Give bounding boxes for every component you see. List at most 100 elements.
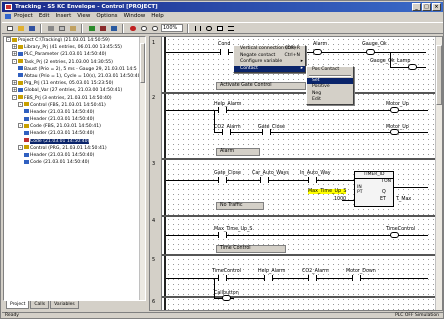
editor-scrollbar[interactable] xyxy=(435,37,442,310)
tree-item[interactable]: Code (21.03.01 14:50:40) xyxy=(4,138,145,145)
editor-scrollbar-thumb[interactable] xyxy=(436,45,442,105)
submenu-item-edit[interactable]: Edit xyxy=(307,97,353,104)
network-comment[interactable]: No Traffic xyxy=(216,202,264,210)
menu-item-contact[interactable]: Contact ▸ xyxy=(234,65,305,72)
contact[interactable] xyxy=(352,275,361,281)
coil[interactable] xyxy=(408,64,417,70)
debug-button[interactable] xyxy=(109,24,118,32)
minimize-button[interactable]: _ xyxy=(412,3,421,11)
tree-item[interactable]: - Project C:\Tracking\ (21.03.01 14:50:59… xyxy=(4,37,145,44)
zoom-field[interactable]: 100% xyxy=(161,24,183,32)
zoom-in-button[interactable] xyxy=(139,24,148,32)
menu-edit[interactable]: Edit xyxy=(39,12,50,21)
tree-item[interactable]: - Control (PRG, 21.03.01 14:50:41) xyxy=(4,144,145,152)
contact-label: Gate_Close xyxy=(214,171,241,176)
tree-scrollbar[interactable] xyxy=(139,37,145,300)
new-button[interactable] xyxy=(5,24,14,32)
tab-variables[interactable]: Variables xyxy=(50,301,79,309)
tree-item[interactable]: Header (21.03.01 14:50:40) xyxy=(4,116,145,123)
collapse-icon[interactable]: - xyxy=(18,101,23,107)
maximize-button[interactable]: □ xyxy=(422,3,431,11)
cut-button[interactable] xyxy=(46,24,55,32)
expand-icon[interactable]: + xyxy=(12,51,17,57)
menu-view[interactable]: View xyxy=(77,12,90,21)
project-tree[interactable]: - Project C:\Tracking\ (21.03.01 14:50:59… xyxy=(3,36,146,301)
contact[interactable] xyxy=(308,275,317,281)
contact[interactable] xyxy=(218,177,227,183)
coil[interactable] xyxy=(390,107,399,113)
contact-tool-button[interactable] xyxy=(193,24,202,32)
stop-button[interactable] xyxy=(128,24,137,32)
close-button[interactable]: × xyxy=(432,3,441,11)
contact[interactable] xyxy=(308,177,317,183)
collapse-icon[interactable]: - xyxy=(12,94,17,100)
collapse-icon[interactable]: - xyxy=(18,144,23,150)
tree-item[interactable]: - Code (FBS, 21.03.01 14:50:41) xyxy=(4,123,145,130)
tree-scrollbar-thumb[interactable] xyxy=(140,43,145,83)
paste-button[interactable] xyxy=(68,24,77,32)
menu-window[interactable]: Window xyxy=(124,12,146,21)
contact[interactable] xyxy=(220,49,229,55)
tree-item[interactable]: Abtau (Prio = 1), Cycle = 10(s), 21.03.0… xyxy=(4,73,145,80)
contact[interactable] xyxy=(260,177,269,183)
system-menu-icon[interactable] xyxy=(5,14,11,19)
make-button[interactable] xyxy=(98,24,107,32)
contact[interactable] xyxy=(264,275,273,281)
tree-item[interactable]: + Global_Var (27 entries, 21.03.00 14:50:… xyxy=(4,87,145,94)
network-comment[interactable]: Time Control xyxy=(216,245,286,253)
network-comment[interactable]: Alarm xyxy=(216,148,260,156)
zoom-out-button[interactable] xyxy=(150,24,159,32)
menu-project[interactable]: Project xyxy=(14,12,33,21)
tree-item[interactable]: + Library_Prj (41 entries, 06.01.00 13:45… xyxy=(4,44,145,51)
tree-item[interactable]: Header (21.03.01 14:50:40) xyxy=(4,152,145,159)
expand-icon[interactable]: + xyxy=(12,44,17,50)
node-icon xyxy=(24,109,29,114)
title-bar[interactable]: Tracking - S5 KC Envelope - Control [PRO… xyxy=(2,2,443,12)
coil[interactable] xyxy=(390,232,399,238)
coil[interactable] xyxy=(390,129,399,135)
tree-item[interactable]: + PLC_Parameter (21.03.01 14:50:40) xyxy=(4,51,145,58)
ladder-editor[interactable]: 1 2 3 4 5 6 Cond Alarm Gauge_Ok Gauge_Ok… xyxy=(149,36,443,311)
tree-item[interactable]: Header (21.03.01 14:50:40) xyxy=(4,109,145,116)
timer-pt-value[interactable]: Max_Time_Up_S xyxy=(308,189,347,194)
coil[interactable] xyxy=(222,295,231,301)
contact[interactable] xyxy=(218,107,227,113)
tab-project[interactable]: Project xyxy=(6,301,30,309)
coil[interactable] xyxy=(313,49,322,55)
tree-item[interactable]: Baust (Prio = 2), 5 ms - Gauge 29, 21.03… xyxy=(4,66,145,73)
expand-icon[interactable]: + xyxy=(12,80,17,86)
copy-button[interactable] xyxy=(57,24,66,32)
coil[interactable] xyxy=(366,49,375,55)
tab-calls[interactable]: Calls xyxy=(30,301,50,309)
tree-item-label: Global_Var (27 entries, 21.03.00 14:50:4… xyxy=(24,88,123,94)
contact[interactable] xyxy=(222,129,231,135)
contact[interactable] xyxy=(218,232,227,238)
block-tool-button[interactable] xyxy=(215,24,224,32)
tree-item[interactable]: + Prg_Prj (11 entries, 05.03.01 15:23:50) xyxy=(4,80,145,87)
menu-options[interactable]: Options xyxy=(96,12,117,21)
submenu-item-pos-contact[interactable]: Pos Contact xyxy=(307,67,353,74)
tree-item[interactable]: - Task_Prj (2 entries, 21.03.00 14:30:55) xyxy=(4,58,145,66)
menu-help[interactable]: Help xyxy=(151,12,164,21)
network-comment[interactable]: Activate Gate Control xyxy=(216,82,306,90)
open-button[interactable] xyxy=(16,24,25,32)
network-tool-button[interactable] xyxy=(226,24,235,32)
network-separator xyxy=(162,158,435,160)
collapse-icon[interactable]: - xyxy=(18,123,23,129)
coil-tool-button[interactable] xyxy=(204,24,213,32)
collapse-icon[interactable]: - xyxy=(6,37,11,42)
timer-block[interactable]: TIMER_ID TON IN PT xyxy=(354,171,394,207)
tree-item[interactable]: Header (21.03.01 14:50:40) xyxy=(4,130,145,137)
tree-item[interactable]: Code (21.03.01 14:50:40) xyxy=(4,159,145,166)
save-button[interactable] xyxy=(27,24,36,32)
contact[interactable] xyxy=(218,275,227,281)
menu-insert[interactable]: Insert xyxy=(55,12,71,21)
rung-wire xyxy=(166,110,428,111)
collapse-icon[interactable]: - xyxy=(12,58,17,64)
contact[interactable] xyxy=(262,129,271,135)
tree-item[interactable]: - Control (FBS, 21.03.01 14:50:41) xyxy=(4,101,145,109)
compile-button[interactable] xyxy=(87,24,96,32)
expand-icon[interactable]: + xyxy=(12,87,17,93)
tree-item[interactable]: - FBS_Prj (3 entries, 21.03.01 14:50:40) xyxy=(4,94,145,102)
timer-q-output: T_Max xyxy=(396,197,412,202)
